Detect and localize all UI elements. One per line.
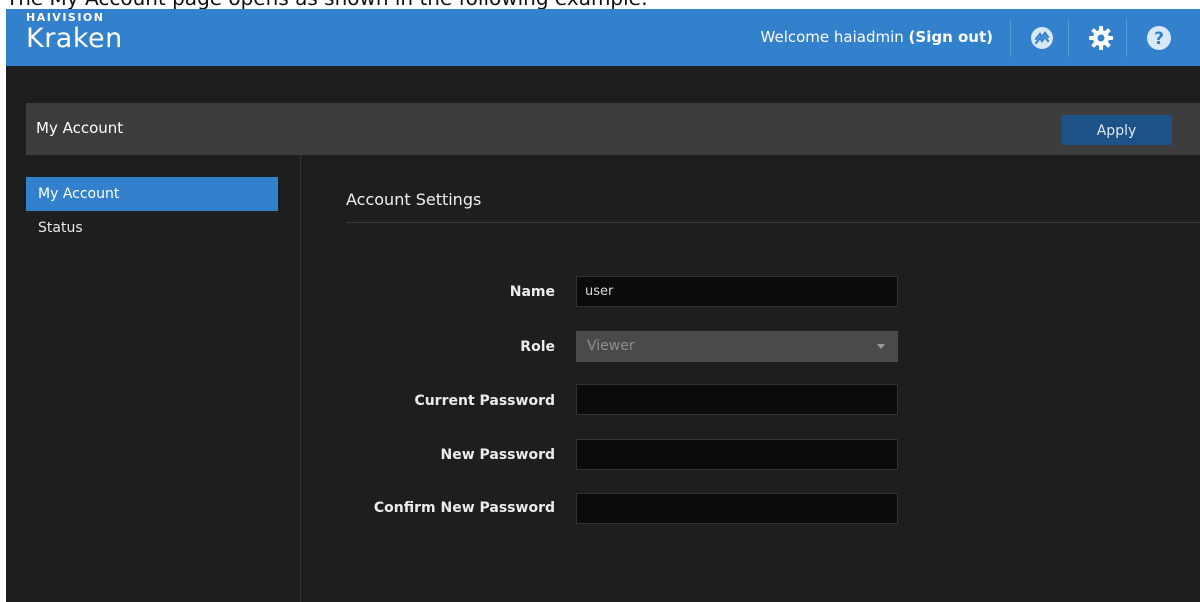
sidebar-item-my-account[interactable]: My Account: [26, 177, 278, 211]
top-bar: HAIVISION Kraken Welcome haiadmin (Sign …: [6, 9, 1200, 66]
apply-button[interactable]: Apply: [1061, 115, 1172, 145]
haivision-logo-icon[interactable]: [1029, 25, 1055, 51]
help-icon[interactable]: ?: [1146, 25, 1172, 51]
header-divider: [1010, 19, 1011, 57]
section-title: Account Settings: [346, 190, 482, 209]
role-select-value: Viewer: [587, 338, 635, 354]
app-window: HAIVISION Kraken Welcome haiadmin (Sign …: [6, 9, 1200, 602]
caption-text: The My Account page opens as shown in th…: [0, 0, 1200, 9]
new-password-field[interactable]: [576, 439, 898, 470]
sidebar-item-status[interactable]: Status: [26, 211, 278, 245]
current-password-field[interactable]: [576, 384, 898, 415]
new-password-label: New Password: [440, 447, 556, 463]
account-settings-panel: Account Settings Name Role Viewer Curren…: [301, 155, 1200, 602]
current-password-label: Current Password: [414, 393, 555, 409]
name-field[interactable]: [576, 276, 898, 307]
page-header-bar: My Account Apply: [26, 103, 1200, 155]
sidebar: My Account Status: [6, 155, 301, 602]
svg-text:?: ?: [1154, 29, 1164, 49]
welcome-text: Welcome haiadmin: [760, 28, 904, 46]
gear-icon[interactable]: [1088, 25, 1114, 51]
header-divider: [1068, 19, 1069, 57]
confirm-password-field[interactable]: [576, 493, 898, 524]
chevron-down-icon: [877, 344, 885, 349]
name-label: Name: [509, 284, 555, 300]
sign-out-link[interactable]: (Sign out): [909, 28, 993, 46]
section-divider: [346, 222, 1200, 223]
header-divider: [1126, 19, 1127, 57]
caption-label: The My Account page opens as shown in th…: [6, 0, 648, 9]
page-title: My Account: [36, 119, 124, 137]
product-name[interactable]: Kraken: [26, 23, 123, 54]
confirm-password-label: Confirm New Password: [373, 500, 555, 516]
role-label: Role: [520, 339, 555, 355]
role-select[interactable]: Viewer: [576, 331, 898, 362]
welcome-message: Welcome haiadmin (Sign out): [761, 28, 993, 46]
